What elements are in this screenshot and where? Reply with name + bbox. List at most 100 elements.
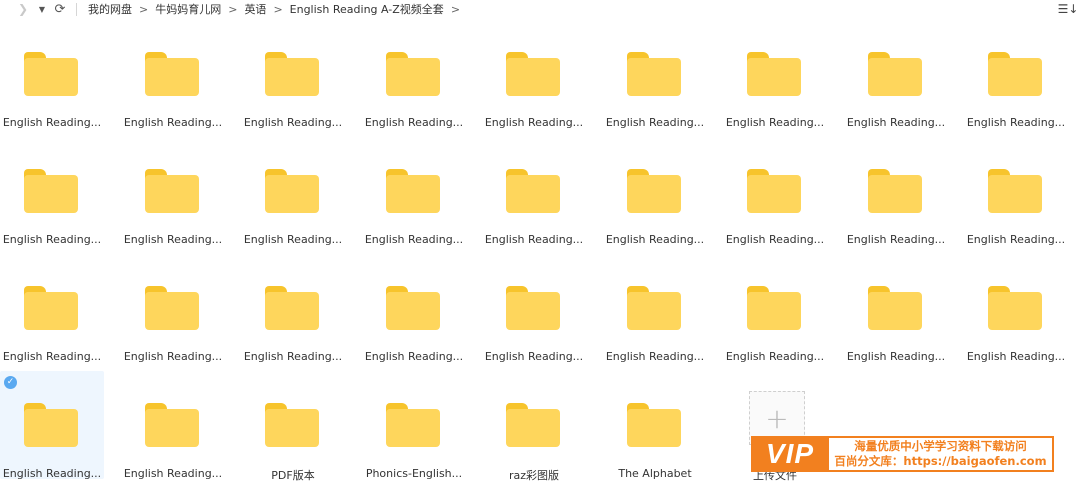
breadcrumb-item[interactable]: English Reading A-Z视频全套 [290,1,444,17]
checkmark-icon[interactable]: ✓ [4,376,17,389]
breadcrumb-separator: > [450,2,461,16]
folder-item[interactable]: English Reading... [362,254,466,363]
folder-icon [868,52,922,96]
folder-icon [747,286,801,330]
folder-icon [145,286,199,330]
folder-item[interactable]: The Alphabet [603,371,707,480]
divider [76,3,77,16]
folder-name: English Reading... [846,116,946,129]
folder-icon [24,169,78,213]
folder-icon [627,403,681,447]
folder-name: English Reading... [2,350,102,363]
folder-item[interactable]: English Reading... [482,20,586,129]
folder-item[interactable]: English Reading... [241,20,345,129]
folder-name: English Reading... [605,350,705,363]
folder-item[interactable]: English Reading... [0,20,104,129]
folder-icon [386,286,440,330]
folder-item[interactable]: ✓ English Reading... [0,371,104,480]
folder-name: English Reading... [123,116,223,129]
folder-name: English Reading... [2,233,102,246]
folder-icon [386,52,440,96]
folder-icon [868,286,922,330]
folder-item[interactable]: English Reading... [362,20,466,129]
folder-item[interactable]: English Reading... [844,254,948,363]
folder-name: English Reading... [484,116,584,129]
folder-icon [386,403,440,447]
navigation-bar: ❯ ▼ ⟳ 我的网盘 > 牛妈妈育儿网 > 英语 > English Reading A-Z… [0,0,1080,20]
folder-name: English Reading... [966,350,1066,363]
folder-name: The Alphabet [618,467,692,480]
folder-icon [988,169,1042,213]
folder-name: English Reading... [243,116,343,129]
folder-item[interactable]: English Reading... [844,137,948,246]
folder-icon [988,52,1042,96]
folder-name: raz彩图版 [508,469,560,482]
folder-icon [988,286,1042,330]
breadcrumb-item[interactable]: 牛妈妈育儿网 [155,1,221,17]
sort-list-icon[interactable]: ☰↓ [1058,1,1079,17]
folder-item[interactable]: English Reading... [121,137,225,246]
breadcrumb-item[interactable]: 我的网盘 [88,1,132,17]
folder-item[interactable]: English Reading... [482,254,586,363]
folder-name: English Reading... [243,233,343,246]
folder-item[interactable]: English Reading... [121,254,225,363]
folder-item[interactable]: English Reading... [603,20,707,129]
folder-item[interactable]: English Reading... [603,137,707,246]
vip-logo: VIP [751,436,829,472]
folder-item[interactable]: English Reading... [241,137,345,246]
folder-item[interactable]: English Reading... [121,20,225,129]
folder-item[interactable]: English Reading... [723,254,827,363]
folder-item[interactable]: English Reading... [362,137,466,246]
folder-icon [506,169,560,213]
refresh-icon[interactable]: ⟳ [52,1,68,17]
breadcrumb-item[interactable]: 英语 [244,1,266,17]
folder-item[interactable]: English Reading... [964,20,1068,129]
folder-item[interactable]: English Reading... [241,254,345,363]
folder-icon [506,52,560,96]
folder-icon [627,286,681,330]
folder-name: English Reading... [123,233,223,246]
folder-item[interactable]: PDF版本 [241,371,345,482]
folder-icon [265,169,319,213]
folder-name: English Reading... [2,467,102,480]
breadcrumb-separator: > [139,2,149,16]
folder-icon [506,286,560,330]
folder-item[interactable]: English Reading... [723,20,827,129]
file-grid: English Reading... English Reading... Engl… [0,20,1080,495]
folder-icon [386,169,440,213]
folder-item[interactable]: English Reading... [844,20,948,129]
folder-icon [145,52,199,96]
caret-down-icon[interactable]: ▼ [37,1,47,17]
folder-name: English Reading... [846,233,946,246]
folder-name: English Reading... [484,233,584,246]
folder-name: English Reading... [725,233,825,246]
folder-item[interactable]: English Reading... [482,137,586,246]
chevron-right-icon[interactable]: ❯ [16,1,30,17]
folder-name: English Reading... [966,116,1066,129]
folder-item[interactable]: English Reading... [723,137,827,246]
vip-watermark-banner: VIP 海量优质中小学学习资料下载访问 百尚分文库：https://baigao… [751,436,1054,472]
folder-icon [627,52,681,96]
folder-name: English Reading... [725,116,825,129]
breadcrumb-separator: > [273,2,283,16]
folder-name: English Reading... [846,350,946,363]
folder-icon [265,403,319,447]
folder-name: English Reading... [484,350,584,363]
folder-icon [506,403,560,447]
folder-icon [145,403,199,447]
folder-item[interactable]: Phonics-English... [362,371,466,480]
folder-icon [627,169,681,213]
folder-item[interactable]: English Reading... [0,254,104,363]
folder-icon [24,286,78,330]
folder-icon [145,169,199,213]
folder-item[interactable]: English Reading... [964,137,1068,246]
folder-item[interactable]: raz彩图版 [482,371,586,482]
folder-item[interactable]: English Reading... [603,254,707,363]
folder-item[interactable]: English Reading... [964,254,1068,363]
folder-icon [868,169,922,213]
folder-icon [747,169,801,213]
folder-name: English Reading... [364,116,464,129]
watermark-line-1: 海量优质中小学学习资料下载访问 [854,439,1027,453]
folder-item[interactable]: English Reading... [121,371,225,480]
folder-item[interactable]: English Reading... [0,137,104,246]
